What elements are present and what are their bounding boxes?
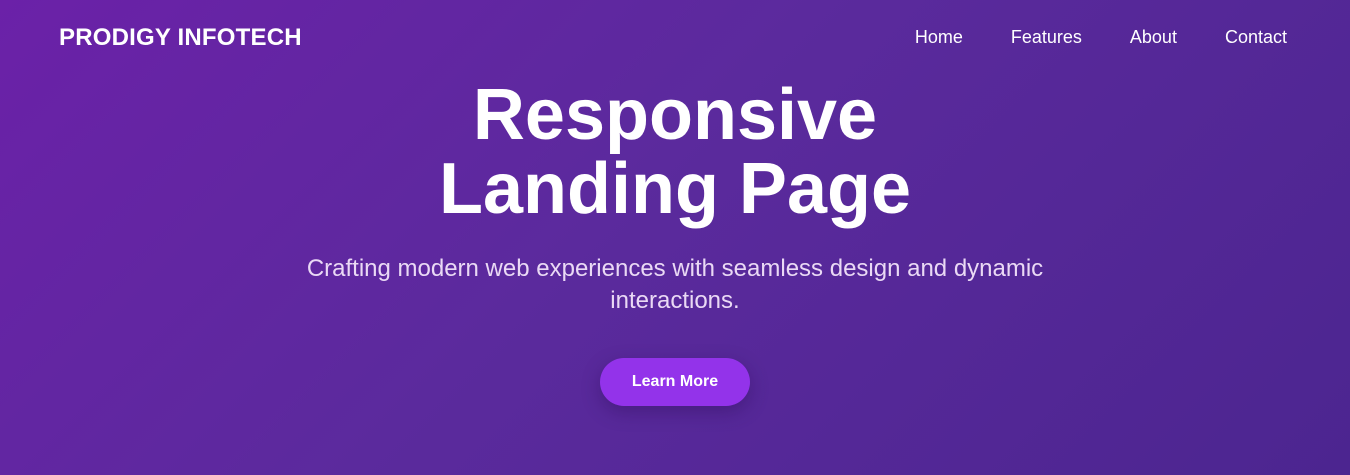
- main-nav: Home Features About Contact: [915, 27, 1287, 48]
- brand-logo[interactable]: PRODIGY INFOTECH: [59, 24, 302, 52]
- nav-link-contact[interactable]: Contact: [1225, 27, 1287, 47]
- navbar: PRODIGY INFOTECH Home Features About Con…: [0, 0, 1350, 75]
- nav-item-about: About: [1130, 27, 1177, 48]
- nav-link-about[interactable]: About: [1130, 27, 1177, 47]
- hero-title-line-2: Landing Page: [438, 149, 912, 229]
- nav-item-features: Features: [1011, 27, 1082, 48]
- nav-item-home: Home: [915, 27, 963, 48]
- nav-links: Home Features About Contact: [915, 27, 1287, 48]
- hero-subtitle: Crafting modern web experiences with sea…: [306, 255, 1044, 314]
- learn-more-button[interactable]: Learn More: [599, 358, 751, 406]
- hero-section: Responsive Landing Page Crafting modern …: [0, 78, 1350, 406]
- nav-link-home[interactable]: Home: [915, 27, 963, 47]
- nav-link-features[interactable]: Features: [1011, 27, 1082, 47]
- hero-title-line-1: Responsive: [472, 75, 878, 155]
- nav-item-contact: Contact: [1225, 27, 1287, 48]
- hero-title: Responsive Landing Page: [0, 78, 1350, 226]
